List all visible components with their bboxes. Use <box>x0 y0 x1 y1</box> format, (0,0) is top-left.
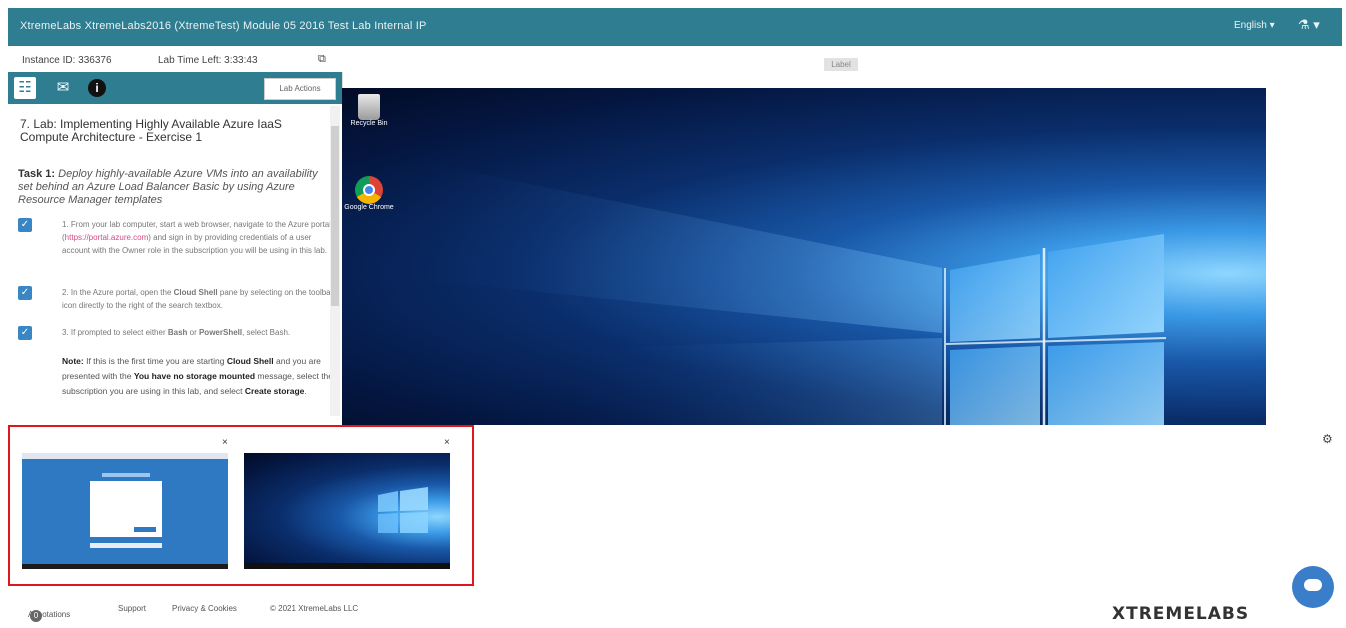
note-label: Note: <box>62 356 84 366</box>
copyright-text: © 2021 XtremeLabs LLC <box>270 604 359 613</box>
popout-icon[interactable]: ⧉ <box>318 53 326 66</box>
xtremelabs-logo: XTREMELABS <box>1112 604 1250 624</box>
thumb-titlebar <box>22 453 228 459</box>
thumb-dialog-button <box>134 527 156 532</box>
lab-title: 7. Lab: Implementing Highly Available Az… <box>20 117 282 144</box>
lab-actions-button[interactable]: Lab Actions <box>264 78 336 100</box>
scrollbar-thumb[interactable] <box>331 126 339 306</box>
note-text: . <box>304 386 307 396</box>
step-checkbox[interactable]: ✓ <box>18 218 32 232</box>
step-bold-text: Cloud Shell <box>173 288 218 297</box>
language-dropdown[interactable]: English ▾ <box>1234 20 1275 31</box>
instructions-panel: ☷ ✉ i Lab Actions 7. Lab: Implementing H… <box>8 72 343 424</box>
step-checkbox[interactable]: ✓ <box>18 286 32 300</box>
user-menu[interactable]: ⚗ ▾ <box>1298 17 1320 33</box>
step-text: 1. From your lab computer, start a web b… <box>62 218 336 257</box>
step-text: 2. In the Azure portal, open the Cloud S… <box>62 286 336 312</box>
thumb-dialog-header <box>102 473 150 477</box>
support-link[interactable]: Support <box>118 604 146 613</box>
remote-desktop[interactable]: Recycle Bin Google Chrome <box>342 88 1266 425</box>
privacy-link[interactable]: Privacy & Cookies <box>172 604 237 613</box>
lab-info-bar: Instance ID: 336376 Lab Time Left: 3:33:… <box>8 52 342 70</box>
step-bold-text: PowerShell <box>198 328 243 337</box>
close-icon[interactable]: × <box>222 437 228 448</box>
step-checkbox[interactable]: ✓ <box>18 326 32 340</box>
step-text-part: , select Bash. <box>242 328 291 337</box>
instance-id: Instance ID: 336376 <box>22 55 112 66</box>
step-bold-text: Bash <box>167 328 188 337</box>
lab-header-title: XtremeLabs XtremeLabs2016 (XtremeTest) M… <box>20 20 427 32</box>
thumb-taskbar <box>244 563 450 569</box>
footer: Annotations 0 Support Privacy & Cookies ©… <box>8 598 508 622</box>
windows-logo-light <box>402 158 1167 425</box>
note-bold: You have no storage mounted <box>133 371 256 381</box>
azure-portal-link[interactable]: https://portal.azure.com <box>65 233 149 242</box>
step-text: 3. If prompted to select either Bash or … <box>62 326 336 339</box>
note-block: Note: If this is the first time you are … <box>62 354 336 399</box>
gear-icon[interactable]: ⚙ <box>1322 432 1333 446</box>
thumb-dialog-footer <box>90 543 162 548</box>
task-text: Deploy highly-available Azure VMs into a… <box>18 168 318 206</box>
panel-scrollbar[interactable] <box>330 106 340 416</box>
thumb-windows-logo <box>378 487 428 533</box>
task-description: Task 1: Deploy highly-available Azure VM… <box>18 168 330 207</box>
thumb-taskbar <box>22 564 228 569</box>
vm-thumbnail-2[interactable] <box>244 453 450 569</box>
vm-thumbnail-1[interactable] <box>22 453 228 569</box>
list-icon[interactable]: ☷ <box>14 77 36 99</box>
note-bold: Create storage <box>244 386 305 396</box>
step-text-part: 3. If prompted to select either <box>62 328 168 337</box>
step-text-part: 2. In the Azure portal, open the <box>62 288 174 297</box>
vm-thumbnails-panel: × × <box>8 425 474 586</box>
close-icon[interactable]: × <box>444 437 450 448</box>
lab-time-left: Lab Time Left: 3:33:43 <box>158 55 258 66</box>
note-text: If this is the first time you are starti… <box>83 356 227 366</box>
panel-toolbar: ☷ ✉ i Lab Actions <box>8 72 342 104</box>
step-text-part: or <box>187 328 199 337</box>
chat-icon <box>1304 579 1322 591</box>
app-header: XtremeLabs XtremeLabs2016 (XtremeTest) M… <box>8 8 1342 46</box>
mail-icon[interactable]: ✉ <box>52 77 74 99</box>
note-bold: Cloud Shell <box>226 356 274 366</box>
info-icon[interactable]: i <box>88 79 106 97</box>
chat-button[interactable] <box>1292 566 1334 608</box>
connection-label[interactable]: Label <box>824 58 858 71</box>
annotations-count-badge: 0 <box>30 610 42 622</box>
task-label: Task 1: <box>18 168 56 180</box>
